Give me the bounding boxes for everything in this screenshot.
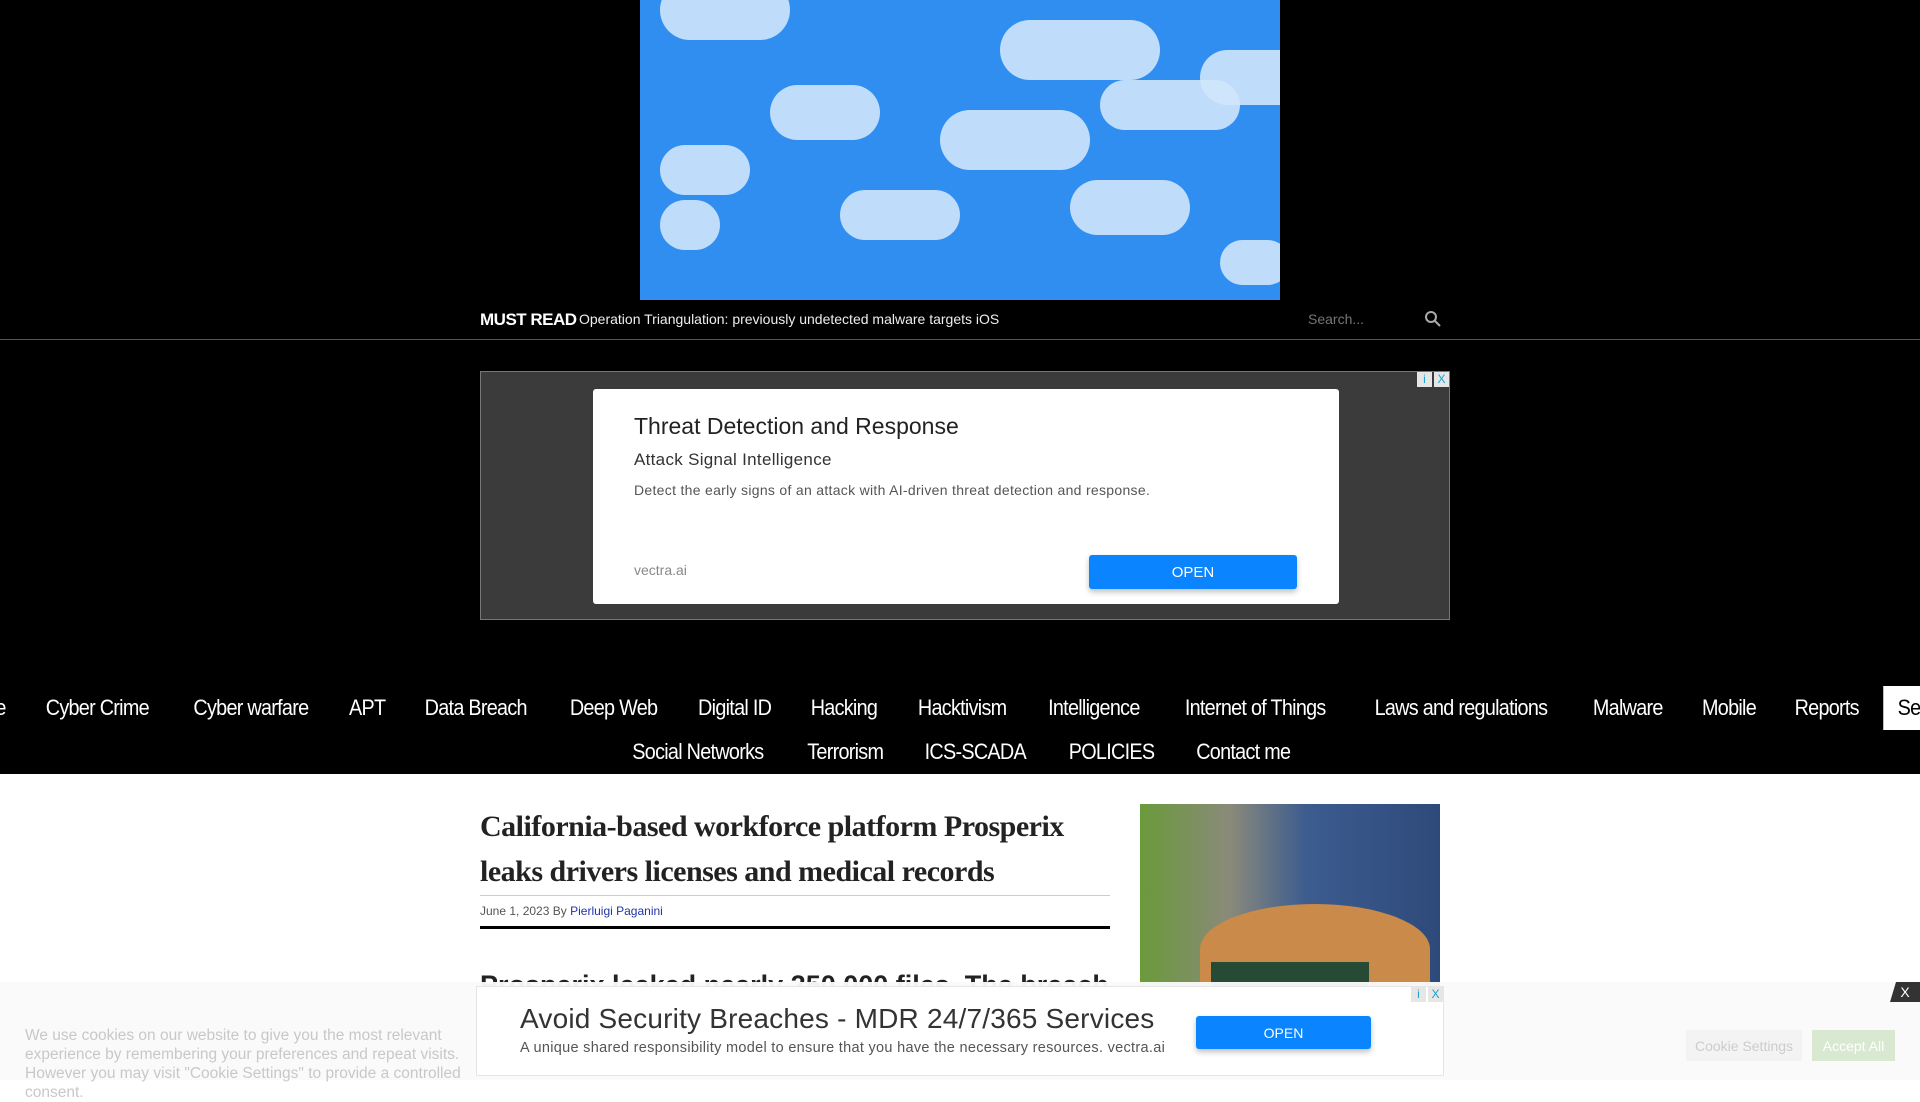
ad-subtitle: A unique shared responsibility model to … bbox=[520, 1040, 1166, 1056]
ad-card: Threat Detection and Response Attack Sig… bbox=[593, 389, 1339, 604]
nav-item-malware[interactable]: Malware bbox=[1579, 686, 1678, 730]
ad-close-icon[interactable]: X bbox=[1428, 987, 1443, 1002]
ad-domain: vectra.ai bbox=[634, 562, 687, 578]
nav-item-internet-of-things[interactable]: Internet of Things bbox=[1170, 686, 1340, 730]
nav-item-cyber-warfare[interactable]: Cyber warfare bbox=[179, 686, 323, 730]
nav-item-hacking[interactable]: Hacking bbox=[796, 686, 891, 730]
nav-item-data-breach[interactable]: Data Breach bbox=[410, 686, 541, 730]
nav-item-mobile[interactable]: Mobile bbox=[1687, 686, 1770, 730]
ad-bottom-mdr[interactable]: iX Avoid Security Breaches - MDR 24/7/36… bbox=[476, 986, 1444, 1076]
nav-item-digital-id[interactable]: Digital ID bbox=[683, 686, 785, 730]
cookie-settings-button[interactable]: Cookie Settings bbox=[1686, 1030, 1802, 1061]
nav-item-contact-me[interactable]: Contact me bbox=[1182, 730, 1305, 774]
by-label: By bbox=[552, 904, 567, 918]
accept-all-button[interactable]: Accept All bbox=[1812, 1030, 1895, 1061]
search-input[interactable] bbox=[1308, 311, 1418, 327]
nav-item-laws-and-regulations[interactable]: Laws and regulations bbox=[1360, 686, 1562, 730]
nav-item-ics-scada[interactable]: ICS-SCADA bbox=[910, 730, 1040, 774]
nav-item-cyber-crime[interactable]: Cyber Crime bbox=[32, 686, 164, 730]
nav-item-apt[interactable]: APT bbox=[334, 686, 399, 730]
sidebar-ad-image[interactable] bbox=[1140, 804, 1440, 994]
ad-open-button[interactable]: OPEN bbox=[1196, 1016, 1371, 1049]
ad-description: Detect the early signs of an attack with… bbox=[634, 482, 1151, 498]
nav-item-terrorism[interactable]: Terrorism bbox=[792, 730, 897, 774]
nav-item-intelligence[interactable]: Intelligence bbox=[1034, 686, 1154, 730]
divider-thick bbox=[480, 926, 1110, 929]
nav-item-deep-web[interactable]: Deep Web bbox=[555, 686, 671, 730]
must-read-label: MUST READ bbox=[480, 310, 577, 329]
article-title: California-based workforce platform Pros… bbox=[480, 810, 1064, 888]
byline: June 1, 2023 By Pierluigi Paganini bbox=[480, 904, 663, 918]
ad-subtitle: Attack Signal Intelligence bbox=[634, 450, 832, 469]
ad-info-icon[interactable]: i bbox=[1411, 987, 1426, 1002]
divider bbox=[480, 895, 1110, 896]
nav-item-policies[interactable]: POLICIES bbox=[1054, 730, 1168, 774]
nav-item-reports[interactable]: Reports bbox=[1780, 686, 1873, 730]
ad-info-icon[interactable]: i bbox=[1417, 372, 1432, 387]
nav-item-hacktivism[interactable]: Hacktivism bbox=[903, 686, 1020, 730]
ad-threat-detection[interactable]: iX Threat Detection and Response Attack … bbox=[480, 371, 1450, 620]
ad-title[interactable]: Threat Detection and Response bbox=[634, 413, 959, 440]
close-icon[interactable]: X bbox=[1890, 982, 1920, 1002]
header: MUST READ Operation Triangulation: previ… bbox=[0, 0, 1920, 774]
nav-item-home[interactable]: Home bbox=[0, 686, 20, 730]
banner-ad-image[interactable] bbox=[640, 0, 1280, 300]
article-date: June 1, 2023 bbox=[480, 904, 550, 918]
nav-item-security[interactable]: Security bbox=[1883, 686, 1920, 730]
ad-title[interactable]: Avoid Security Breaches - MDR 24/7/365 S… bbox=[520, 1003, 1155, 1035]
main-nav: Home Cyber Crime Cyber warfareAPTData Brea… bbox=[0, 686, 1920, 774]
ad-open-button[interactable]: OPEN bbox=[1089, 555, 1297, 589]
ad-close-icon[interactable]: X bbox=[1434, 372, 1449, 387]
nav-item-social-networks[interactable]: Social Networks bbox=[618, 730, 778, 774]
cookie-text: We use cookies on our website to give yo… bbox=[25, 1027, 461, 1101]
search-icon[interactable] bbox=[1424, 310, 1442, 328]
must-read-headline[interactable]: Operation Triangulation: previously unde… bbox=[579, 311, 999, 327]
must-read-bar: MUST READ Operation Triangulation: previ… bbox=[0, 300, 1920, 340]
author-link[interactable]: Pierluigi Paganini bbox=[570, 904, 663, 918]
